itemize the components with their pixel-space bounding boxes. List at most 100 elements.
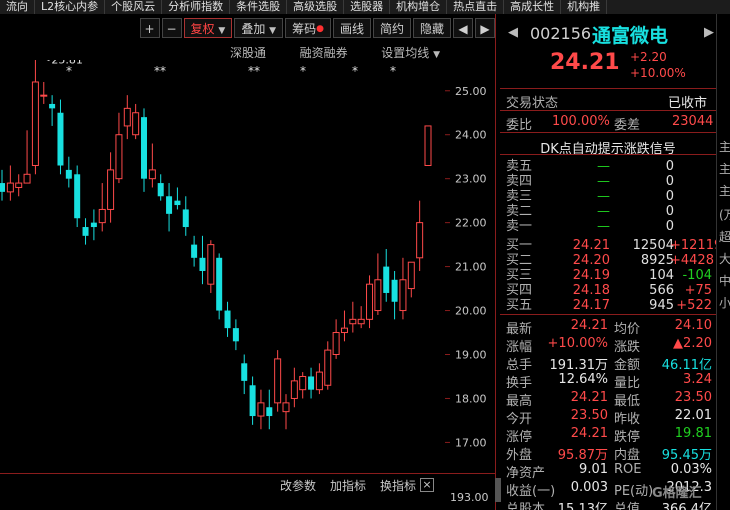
event-marker-icon[interactable]: *	[390, 64, 396, 78]
menu-item[interactable]: L2核心内参	[35, 0, 106, 14]
fund-flow-label: 小	[719, 296, 730, 310]
candle-body	[132, 112, 140, 136]
webi-row: 委比 100.00% 委差 23044	[500, 114, 716, 133]
candle-body	[31, 81, 39, 166]
candle-body	[199, 257, 206, 271]
quote-key: 涨跌	[614, 340, 641, 355]
bid-row[interactable]: 买一 24.21 12504 +12119	[500, 238, 723, 253]
switch-indicator-button[interactable]: 换指标	[380, 477, 416, 494]
overlay-dropdown[interactable]: 叠加 ▼	[234, 18, 284, 38]
price-change: +2.20	[630, 50, 667, 64]
next-stock-icon[interactable]: ▶	[704, 25, 714, 40]
zoom-out-button[interactable]: −	[161, 18, 182, 38]
quote-key: 总手	[506, 358, 533, 373]
quote-key: 昨收	[614, 412, 641, 427]
menu-item[interactable]: 分析师指数	[162, 0, 231, 14]
ask-row[interactable]: 卖一 — 0	[500, 219, 716, 234]
bid-row[interactable]: 买四 24.18 566 +75	[500, 283, 716, 298]
menu-item[interactable]: 热点直击	[447, 0, 505, 14]
ask-row[interactable]: 卖三 — 0	[500, 189, 716, 204]
level-volume: 0	[665, 219, 674, 234]
ma-settings-dropdown[interactable]: 设置均线 ▼	[381, 44, 440, 60]
prev-stock-icon[interactable]: ◀	[508, 25, 518, 40]
chevron-down-icon: ▼	[218, 26, 226, 36]
kline-chart[interactable]: 25.00 24.00 23.00 22.00 21.00 20.00 19.00 18.00…	[0, 60, 495, 478]
level-volume: 945	[649, 298, 674, 313]
candle-body	[74, 174, 81, 219]
candle-body	[391, 279, 398, 302]
level-price: —	[597, 219, 610, 234]
nav-prev-button[interactable]: ◀	[453, 18, 473, 38]
menu-item[interactable]: 条件选股	[230, 0, 288, 14]
weicha-label: 委差	[614, 118, 641, 133]
hide-button[interactable]: 隐藏	[412, 18, 451, 38]
ask-row[interactable]: 卖二 — 0	[500, 204, 716, 219]
candle-body	[416, 222, 424, 259]
simple-mode-button[interactable]: 简约	[372, 18, 411, 38]
bid-row[interactable]: 买二 24.20 8925 +4428	[500, 253, 716, 268]
hk-connect-link[interactable]: 深股通	[230, 44, 266, 60]
zoom-in-button[interactable]: +	[139, 18, 160, 38]
overlay-label: 叠加	[241, 22, 266, 36]
indicator-bar: 改参数 加指标 换指标	[280, 477, 430, 494]
fund-flow-label: 主	[719, 184, 730, 198]
fuquan-dropdown[interactable]: 复权 ▼	[183, 18, 233, 38]
level-volume: 8925	[640, 253, 674, 268]
menu-item[interactable]: 选股器	[344, 0, 391, 14]
margin-trading-link[interactable]: 融资融券	[300, 44, 348, 60]
bid-row[interactable]: 买五 24.17 945 +522	[500, 298, 716, 313]
chart-subtoolbar: 深股通 融资融券 设置均线 ▼	[230, 44, 440, 60]
edit-params-button[interactable]: 改参数	[280, 477, 316, 494]
webi-value: 100.00%	[552, 114, 610, 129]
stock-header: ◀ 002156 通富微电 ▶	[500, 20, 716, 47]
level-volume: 104	[649, 268, 674, 283]
candle-body	[340, 327, 348, 334]
menu-item[interactable]: 高成长性	[504, 0, 562, 14]
fund-flow-label: 大	[719, 252, 730, 266]
candle-body	[383, 266, 390, 293]
chips-button[interactable]: 筹码●	[285, 18, 331, 38]
quote-value: 0.003	[570, 480, 608, 495]
quote-value: 23.50	[674, 390, 712, 405]
chart-divider	[0, 473, 495, 474]
candle-body	[366, 283, 374, 320]
event-marker-icon[interactable]: **	[248, 64, 260, 78]
quote-key: 涨停	[506, 430, 533, 445]
quote-key: ROE	[614, 462, 642, 477]
event-marker-icon[interactable]: *	[352, 64, 358, 78]
candle-body	[123, 107, 131, 127]
candle-body	[107, 169, 115, 210]
event-marker-icon[interactable]: **	[154, 64, 166, 78]
level-price: —	[597, 204, 610, 219]
candle-body	[207, 244, 215, 285]
menu-item[interactable]: 机构增仓	[390, 0, 448, 14]
candle-body	[282, 402, 290, 413]
ask-row[interactable]: 卖五 — 0	[500, 159, 716, 174]
ask-row[interactable]: 卖四 — 0	[500, 174, 716, 189]
y-axis-tick-label: 18.00	[455, 392, 487, 405]
event-marker-icon[interactable]: *	[66, 64, 72, 78]
menu-item[interactable]: 个股风云	[105, 0, 163, 14]
y-axis-tick-label: 17.00	[455, 436, 487, 449]
level-volume: 0	[665, 174, 674, 189]
nav-next-button[interactable]: ▶	[475, 18, 495, 38]
quote-key: 内盘	[614, 448, 641, 463]
fund-flow-label: (万	[719, 208, 730, 222]
level-change: +12119	[670, 238, 723, 253]
menu-item[interactable]: 机构推	[561, 0, 608, 14]
level-price: 24.19	[572, 268, 610, 283]
draw-line-button[interactable]: 画线	[332, 18, 371, 38]
level-label: 卖三	[506, 189, 533, 204]
close-indicator-icon[interactable]: ×	[420, 478, 434, 492]
chevron-down-icon: ▼	[433, 50, 440, 60]
level-label: 买二	[506, 253, 533, 268]
bid-row[interactable]: 买三 24.19 104 -104	[500, 268, 716, 283]
add-indicator-button[interactable]: 加指标	[330, 477, 366, 494]
menu-item[interactable]: 流向	[0, 0, 35, 14]
divider	[500, 110, 716, 111]
event-marker-icon[interactable]: *	[300, 64, 306, 78]
menu-item[interactable]: 高级选股	[287, 0, 345, 14]
y-axis-tick-label: 24.00	[455, 129, 487, 142]
quote-key: 均价	[614, 322, 641, 337]
level-volume: 0	[665, 159, 674, 174]
